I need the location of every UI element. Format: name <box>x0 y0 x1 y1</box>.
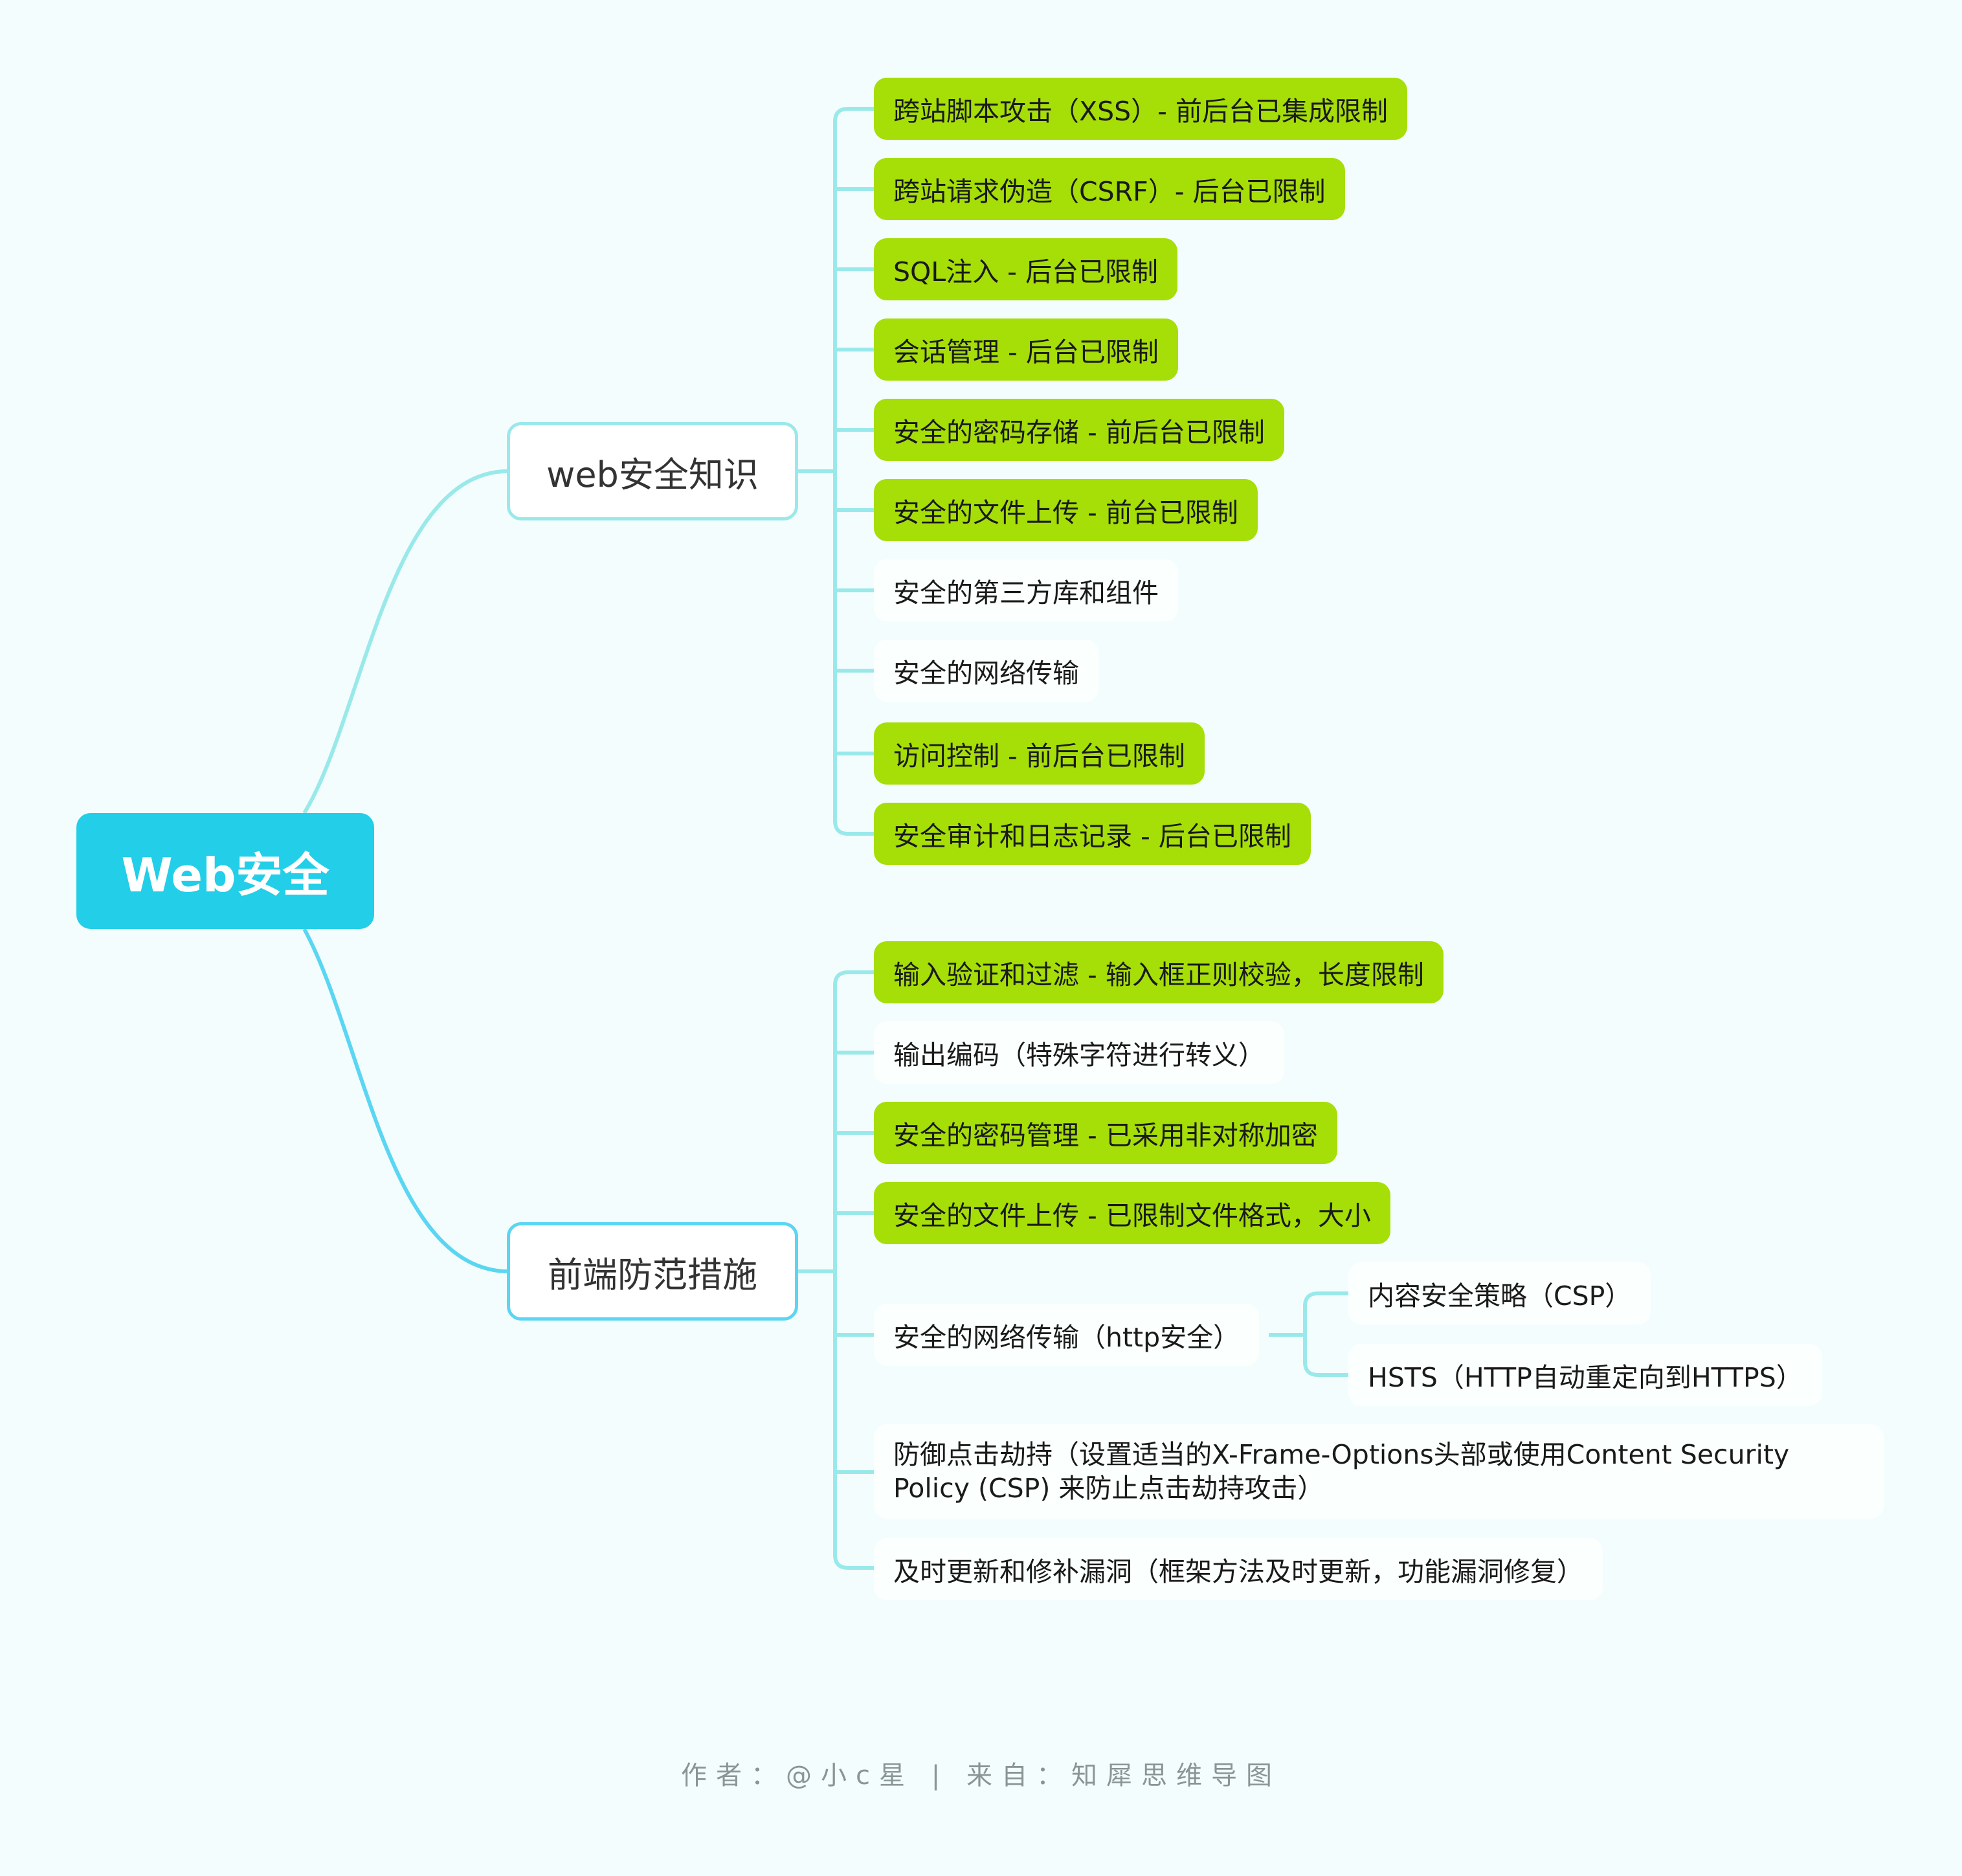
topic-session-management[interactable]: 会话管理 - 后台已限制 <box>874 318 1178 381</box>
topic-input-validation[interactable]: 输入验证和过滤 - 输入框正则校验，长度限制 <box>874 941 1444 1003</box>
topic-xss[interactable]: 跨站脚本攻击（XSS）- 前后台已集成限制 <box>874 78 1407 140</box>
topic-secure-file-upload[interactable]: 安全的文件上传 - 已限制文件格式，大小 <box>874 1182 1390 1244</box>
topic-timely-patching[interactable]: 及时更新和修补漏洞（框架方法及时更新，功能漏洞修复） <box>874 1538 1603 1600</box>
topic-access-control[interactable]: 访问控制 - 前后台已限制 <box>874 722 1205 785</box>
link-root-branch1 <box>302 469 507 814</box>
topic-sql-injection[interactable]: SQL注入 - 后台已限制 <box>874 238 1177 300</box>
footer-credit: 作者：@小c星 | 来自：知犀思维导图 <box>681 1761 1281 1791</box>
topic-network-http-security[interactable]: 安全的网络传输（http安全） <box>874 1304 1260 1366</box>
topic-clickjacking-defense[interactable]: 防御点击劫持（设置适当的X-Frame-Options头部或使用Content … <box>874 1424 1884 1519</box>
branch1-bus <box>798 107 874 836</box>
topic-audit-logging[interactable]: 安全审计和日志记录 - 后台已限制 <box>874 803 1311 865</box>
topic-third-party-libs[interactable]: 安全的第三方库和组件 <box>874 559 1178 621</box>
branch-frontend-defense[interactable]: 前端防范措施 <box>507 1222 798 1321</box>
topic-network-transport[interactable]: 安全的网络传输 <box>874 640 1098 702</box>
topic-file-upload[interactable]: 安全的文件上传 - 前台已限制 <box>874 479 1258 541</box>
topic-csrf[interactable]: 跨站请求伪造（CSRF）- 后台已限制 <box>874 158 1345 220</box>
branch-web-security-knowledge[interactable]: web安全知识 <box>507 422 798 520</box>
link-root-branch2 <box>302 928 507 1273</box>
topic-hsts[interactable]: HSTS（HTTP自动重定向到HTTPS） <box>1348 1344 1822 1406</box>
topic-password-storage[interactable]: 安全的密码存储 - 前后台已限制 <box>874 399 1284 461</box>
topic-password-management[interactable]: 安全的密码管理 - 已采用非对称加密 <box>874 1102 1337 1164</box>
topic-csp[interactable]: 内容安全策略（CSP） <box>1348 1262 1651 1324</box>
root-node-web-security[interactable]: Web安全 <box>76 813 374 929</box>
topic-output-encoding[interactable]: 输出编码（特殊字符进行转义） <box>874 1022 1284 1084</box>
